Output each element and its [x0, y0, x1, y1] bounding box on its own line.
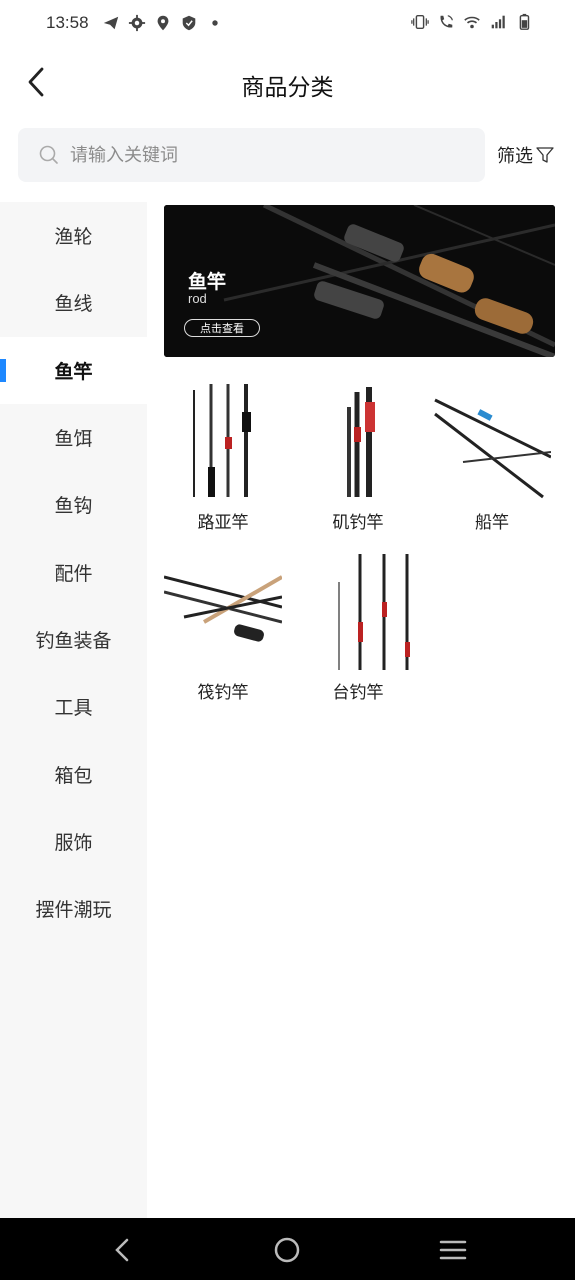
status-time: 13:58: [46, 13, 89, 32]
subcategory-item[interactable]: 船竿: [433, 382, 551, 533]
subcategory-label: 路亚竿: [197, 513, 249, 533]
signal-icon: [491, 15, 505, 29]
search-input[interactable]: [70, 144, 450, 166]
sidebar-item-tools[interactable]: 工具: [0, 673, 147, 740]
sidebar-item-rods[interactable]: 鱼竿: [0, 336, 147, 404]
category-sidebar: 渔轮 鱼线 鱼竿 鱼饵 鱼钩 配件 钓鱼装备 工具 箱包 服饰 摆件潮玩: [0, 202, 147, 1218]
system-nav-bar: [0, 1218, 575, 1280]
sidebar-item-label: 渔轮: [54, 226, 93, 249]
rock-rod-image: [299, 382, 417, 500]
gear-icon: [128, 14, 146, 32]
filter-label: 筛选: [497, 146, 533, 167]
filter-button[interactable]: 筛选: [497, 142, 555, 168]
banner-subtitle: rod: [188, 291, 207, 306]
wifi-icon: [464, 16, 480, 29]
sidebar-item-label: 箱包: [54, 764, 93, 787]
sidebar-item-reels[interactable]: 渔轮: [0, 202, 147, 269]
sidebar-item-collectibles[interactable]: 摆件潮玩: [0, 875, 147, 942]
banner-view-button[interactable]: 点击查看: [184, 319, 260, 337]
subcategory-label: 船竿: [475, 513, 509, 533]
filter-icon: [536, 147, 554, 163]
raft-rod-image: [164, 552, 282, 670]
sidebar-item-accessories[interactable]: 配件: [0, 538, 147, 605]
sidebar-item-label: 服饰: [54, 831, 93, 854]
search-icon: [39, 145, 58, 164]
battery-icon: [519, 13, 530, 30]
app-header: 商品分类: [0, 48, 575, 116]
search-box[interactable]: [18, 128, 485, 182]
subcategory-label: 筏钓竿: [197, 683, 249, 703]
nav-menu-button[interactable]: [437, 1234, 469, 1266]
platform-rod-image: [299, 552, 417, 670]
sidebar-item-label: 鱼饵: [54, 428, 93, 451]
page-title: 商品分类: [241, 75, 334, 101]
sidebar-item-bags[interactable]: 箱包: [0, 740, 147, 807]
wifi-call-icon: [440, 15, 453, 28]
subcategory-item[interactable]: 筏钓竿: [164, 552, 282, 703]
sidebar-item-label: 工具: [54, 697, 93, 720]
sidebar-item-label: 配件: [54, 562, 93, 585]
boat-rod-image: [433, 382, 551, 500]
dot-icon: [212, 20, 218, 26]
subcategory-label: 矶钓竿: [332, 513, 384, 533]
subcategory-item[interactable]: 台钓竿: [299, 552, 417, 703]
shield-icon: [182, 15, 196, 31]
lure-rod-image: [164, 382, 282, 500]
location-icon: [157, 15, 169, 31]
status-bar: 13:58: [0, 0, 575, 48]
sidebar-item-apparel[interactable]: 服饰: [0, 808, 147, 875]
subcategory-item[interactable]: 矶钓竿: [299, 382, 417, 533]
sidebar-item-lures[interactable]: 鱼饵: [0, 404, 147, 471]
vibrate-icon: [411, 14, 429, 30]
subcategory-label: 台钓竿: [332, 683, 384, 703]
nav-back-button[interactable]: [106, 1234, 138, 1266]
telegram-icon: [103, 16, 119, 30]
sidebar-item-label: 鱼线: [54, 293, 93, 316]
sidebar-item-hooks[interactable]: 鱼钩: [0, 471, 147, 538]
sidebar-item-label: 鱼钩: [54, 495, 93, 518]
home-nav-icon: [274, 1237, 300, 1263]
category-content: 鱼竿 rod 点击查看 路亚竿 矶钓竿 船竿 筏钓竿 台钓竿: [147, 202, 575, 1218]
category-banner[interactable]: 鱼竿 rod 点击查看: [164, 205, 555, 357]
sidebar-item-label: 摆件潮玩: [35, 899, 112, 922]
sidebar-item-label: 鱼竿: [54, 360, 93, 383]
menu-nav-icon: [439, 1240, 467, 1260]
nav-home-button[interactable]: [271, 1234, 303, 1266]
subcategory-item[interactable]: 路亚竿: [164, 382, 282, 533]
sidebar-item-label: 钓鱼装备: [35, 629, 112, 652]
sidebar-item-gear[interactable]: 钓鱼装备: [0, 606, 147, 673]
back-nav-icon: [115, 1238, 129, 1262]
sidebar-item-lines[interactable]: 鱼线: [0, 269, 147, 336]
banner-title: 鱼竿: [188, 271, 227, 293]
